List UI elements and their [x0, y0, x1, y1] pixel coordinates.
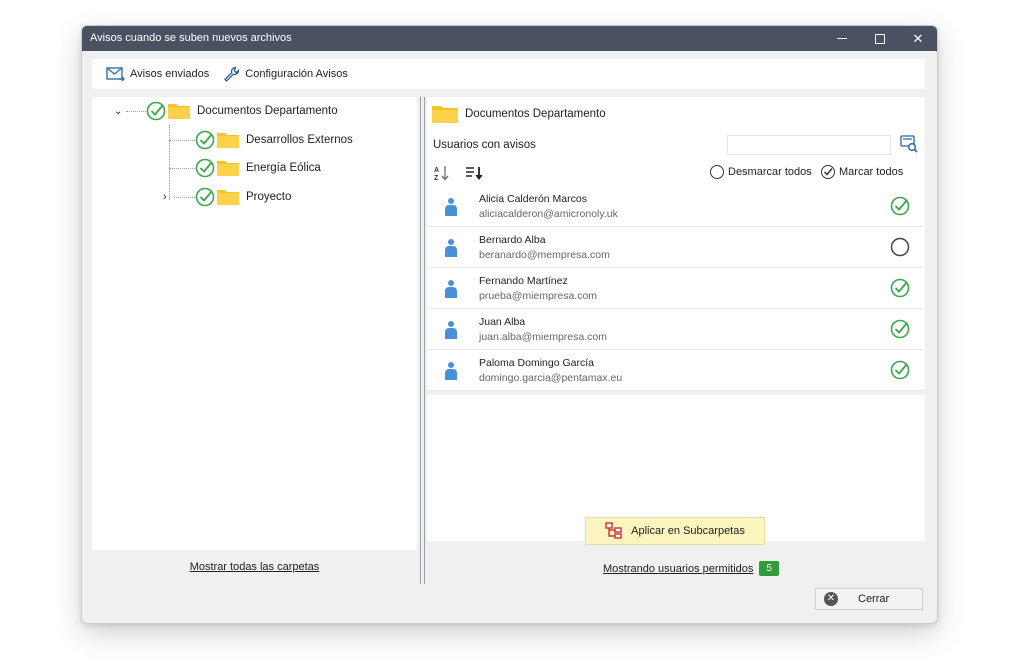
user-row[interactable]: Bernardo Alba beranardo@mempresa.com: [427, 227, 925, 268]
check-circle-icon[interactable]: [890, 278, 910, 298]
user-row[interactable]: Juan Alba juan.alba@miempresa.com: [427, 309, 925, 350]
check-circle-icon[interactable]: [195, 130, 215, 150]
folder-icon: [217, 190, 239, 205]
unmark-all-button[interactable]: Desmarcar todos: [710, 165, 812, 179]
user-email: beranardo@mempresa.com: [479, 249, 610, 261]
wrench-icon: [224, 66, 240, 82]
folder-tree-pane: ⌄ Documentos Departamento Desarrollos Ex…: [92, 97, 417, 584]
users-header: Usuarios con avisos: [427, 130, 925, 160]
sort-list-icon[interactable]: [465, 164, 485, 182]
sent-notices-button[interactable]: Avisos enviados: [106, 66, 209, 82]
maximize-button[interactable]: [861, 26, 899, 51]
user-name: Fernando Martínez: [479, 275, 568, 287]
user-icon: [445, 280, 457, 298]
config-notices-button[interactable]: Configuración Avisos: [223, 66, 348, 82]
folder-icon: [217, 133, 239, 148]
chevron-right-icon[interactable]: ›: [163, 191, 195, 203]
user-name: Bernardo Alba: [479, 234, 546, 246]
apply-subfolders-label: Aplicar en Subcarpetas: [631, 525, 745, 537]
tree-icon: [605, 522, 622, 539]
minimize-button[interactable]: [823, 26, 861, 51]
window-title: Avisos cuando se suben nuevos archivos: [90, 32, 292, 44]
users-count-badge: 5: [759, 561, 779, 576]
check-circle-icon[interactable]: [890, 360, 910, 380]
title-bar: Avisos cuando se suben nuevos archivos ✕: [82, 26, 937, 51]
dialog-window: Avisos cuando se suben nuevos archivos ✕…: [81, 25, 938, 624]
users-pane: Documentos Departamento Usuarios con avi…: [427, 97, 925, 585]
users-label: Usuarios con avisos: [433, 139, 536, 151]
sort-az-icon[interactable]: A Z: [433, 164, 451, 182]
folder-icon: [432, 105, 458, 123]
tree-node-energia[interactable]: Energía Eólica: [195, 158, 321, 178]
unmark-all-label: Desmarcar todos: [728, 166, 812, 178]
folder-icon: [217, 161, 239, 176]
check-circle-icon[interactable]: [890, 196, 910, 216]
user-email: aliciacalderon@amicronoly.uk: [479, 208, 618, 220]
user-email: prueba@miempresa.com: [479, 290, 598, 302]
tree-connector: [169, 140, 195, 141]
config-notices-label: Configuración Avisos: [245, 68, 348, 80]
user-icon: [445, 198, 457, 216]
check-circle-icon[interactable]: [890, 319, 910, 339]
showing-users-link[interactable]: Mostrando usuarios permitidos: [603, 563, 753, 575]
mark-all-button[interactable]: Marcar todos: [821, 165, 903, 179]
maximize-icon: [875, 33, 885, 44]
toolbar: Avisos enviados Configuración Avisos: [92, 59, 925, 89]
sort-bar: A Z Desmarcar todos Marcar todos: [427, 160, 925, 186]
envelope-icon: [106, 67, 125, 82]
left-footer: Mostrar todas las carpetas: [92, 550, 417, 584]
user-icon: [445, 321, 457, 339]
user-row[interactable]: Fernando Martínez prueba@miempresa.com: [427, 268, 925, 309]
check-circle-icon[interactable]: [195, 158, 215, 178]
empty-circle-icon[interactable]: [890, 237, 910, 257]
user-email: domingo.garcia@pentamax.eu: [479, 372, 623, 384]
user-row[interactable]: Paloma Domingo García domingo.garcia@pent…: [427, 350, 925, 391]
user-row[interactable]: Alicia Calderón Marcos aliciacalderon@ami…: [427, 186, 925, 227]
user-list: Alicia Calderón Marcos aliciacalderon@ami…: [427, 186, 925, 391]
sent-notices-label: Avisos enviados: [130, 68, 210, 80]
tree-node-root[interactable]: ⌄ Documentos Departamento: [114, 101, 338, 121]
minimize-icon: [837, 38, 847, 39]
close-circle-icon: ✕: [824, 592, 838, 606]
tree-label-desarrollos: Desarrollos Externos: [246, 134, 353, 146]
showing-users: Mostrando usuarios permitidos 5: [603, 561, 779, 576]
user-email: juan.alba@miempresa.com: [479, 331, 607, 343]
svg-text:Z: Z: [434, 175, 439, 182]
folder-title: Documentos Departamento: [465, 107, 606, 120]
user-icon: [445, 362, 457, 380]
tree-connector: [169, 168, 195, 169]
check-circle-icon[interactable]: [146, 101, 166, 121]
show-all-folders-link[interactable]: Mostrar todas las carpetas: [190, 561, 320, 573]
tree-label-root: Documentos Departamento: [197, 105, 338, 117]
close-window-button[interactable]: ✕: [899, 26, 937, 51]
user-name: Alicia Calderón Marcos: [479, 193, 587, 205]
search-icon[interactable]: [899, 134, 919, 154]
close-icon: ✕: [912, 30, 924, 46]
user-name: Paloma Domingo García: [479, 357, 594, 369]
tree-node-desarrollos[interactable]: Desarrollos Externos: [195, 130, 353, 150]
empty-circle-icon: [710, 165, 724, 179]
check-circle-icon: [821, 165, 835, 179]
svg-text:A: A: [434, 167, 439, 174]
mark-all-label: Marcar todos: [839, 166, 904, 178]
tree-label-proyecto: Proyecto: [246, 191, 292, 203]
search-input[interactable]: [727, 135, 891, 155]
user-icon: [445, 239, 457, 257]
check-circle-icon[interactable]: [195, 187, 215, 207]
user-name: Juan Alba: [479, 316, 526, 328]
tree-label-energia: Energía Eólica: [246, 162, 321, 174]
tree-node-proyecto[interactable]: › Proyecto: [163, 187, 291, 207]
folder-header: Documentos Departamento: [427, 97, 925, 130]
apply-subfolders-button[interactable]: Aplicar en Subcarpetas: [585, 517, 765, 545]
chevron-down-icon[interactable]: ⌄: [114, 106, 124, 117]
pane-splitter[interactable]: [420, 97, 425, 584]
close-button-label: Cerrar: [858, 593, 890, 605]
folder-icon: [168, 104, 190, 119]
close-button[interactable]: ✕ Cerrar: [815, 588, 923, 610]
